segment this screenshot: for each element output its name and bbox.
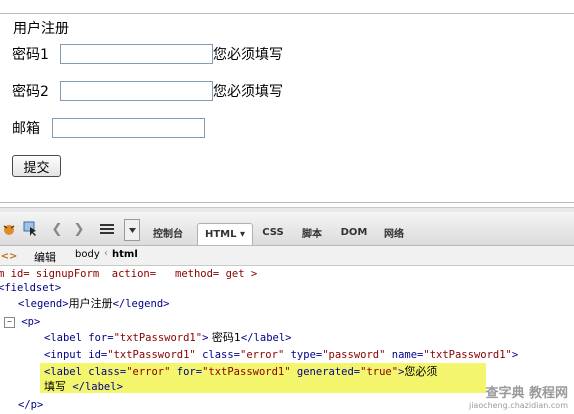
password1-row: 密码1 您必须填写 xyxy=(12,43,283,65)
password2-row: 密码2 您必须填写 xyxy=(12,80,283,102)
breadcrumb-separator-icon: ‹ xyxy=(104,248,108,259)
tab-console[interactable]: 控制台 xyxy=(146,222,190,242)
tab-script[interactable]: 脚本 xyxy=(296,222,328,242)
label-node-text: 密码1 xyxy=(208,331,241,344)
code-line-legend[interactable]: <legend>用户注册</legend> xyxy=(18,296,169,312)
password2-error: 您必须填写 xyxy=(213,84,283,100)
panel-dropdown-icon[interactable] xyxy=(124,219,140,241)
tab-css[interactable]: CSS xyxy=(258,222,288,242)
code-line-error-label[interactable]: <label class="error" for="txtPassword1" … xyxy=(44,364,437,380)
code-line-input[interactable]: <input id="txtPassword1" class="error" t… xyxy=(44,347,518,363)
edit-button[interactable]: 编辑 xyxy=(34,249,56,265)
inspect-pointer-icon[interactable] xyxy=(22,220,40,238)
password2-field[interactable] xyxy=(60,81,213,101)
breadcrumb-html[interactable]: html xyxy=(112,249,138,260)
site-watermark: 查字典 教程网 jiaocheng.chazidian.com xyxy=(469,382,568,410)
form-preview: 用户注册 密码1 您必须填写 密码2 您必须填写 邮箱 提交 xyxy=(0,0,574,207)
collapse-toggle-icon[interactable]: − xyxy=(4,316,15,328)
firebug-bug-icon[interactable] xyxy=(0,220,18,238)
signup-fieldset: 用户注册 xyxy=(0,13,574,203)
code-line-p-close: </p> xyxy=(18,399,44,411)
password1-label: 密码1 xyxy=(12,47,49,63)
forward-arrow-icon[interactable]: ❯ xyxy=(70,220,88,238)
code-line-p[interactable]: − <p> xyxy=(4,314,40,330)
firebug-toolbar: ❮ ❯ 控制台 HTML ▾ CSS 脚本 DOM 网络 xyxy=(0,212,574,246)
error-node-text-b: 须 xyxy=(426,365,438,378)
breadcrumb-body[interactable]: body xyxy=(75,249,100,260)
tab-net[interactable]: 网络 xyxy=(378,222,410,242)
code-line-error-label-cont: 填写 </label> xyxy=(44,380,123,393)
password1-field[interactable] xyxy=(60,44,213,64)
legend-node-text: 用户注册 xyxy=(68,297,113,310)
submit-button[interactable]: 提交 xyxy=(12,155,61,177)
password2-label: 密码2 xyxy=(12,84,49,100)
fieldset-legend: 用户注册 xyxy=(11,18,71,38)
tab-dom[interactable]: DOM xyxy=(338,222,370,242)
list-menu-icon[interactable] xyxy=(98,220,116,238)
email-row: 邮箱 xyxy=(12,117,205,139)
password1-error: 您必须填写 xyxy=(213,47,283,63)
firebug-panel: ❮ ❯ 控制台 HTML ▾ CSS 脚本 DOM 网络 <> 编辑 body … xyxy=(0,207,574,414)
code-line-fieldset: <fieldset> xyxy=(0,282,62,294)
html-subtoolbar: <> 编辑 body ‹ html xyxy=(0,246,574,266)
error-node-text-a: 您必 xyxy=(404,365,427,378)
email-label: 邮箱 xyxy=(12,121,40,137)
code-line-label[interactable]: <label for="txtPassword1"> 密码1</label> xyxy=(44,330,291,346)
watermark-title: 查字典 教程网 xyxy=(485,386,568,401)
tab-html[interactable]: HTML ▾ xyxy=(197,223,253,245)
back-arrow-icon[interactable]: ❮ xyxy=(48,220,66,238)
watermark-url: jiaocheng.chazidian.com xyxy=(468,401,568,410)
email-field[interactable] xyxy=(52,118,205,138)
fieldset-tag: fieldset> xyxy=(4,282,62,294)
error-node-text-c: 填写 xyxy=(44,380,66,393)
expand-code-icon[interactable]: <> xyxy=(0,248,18,264)
